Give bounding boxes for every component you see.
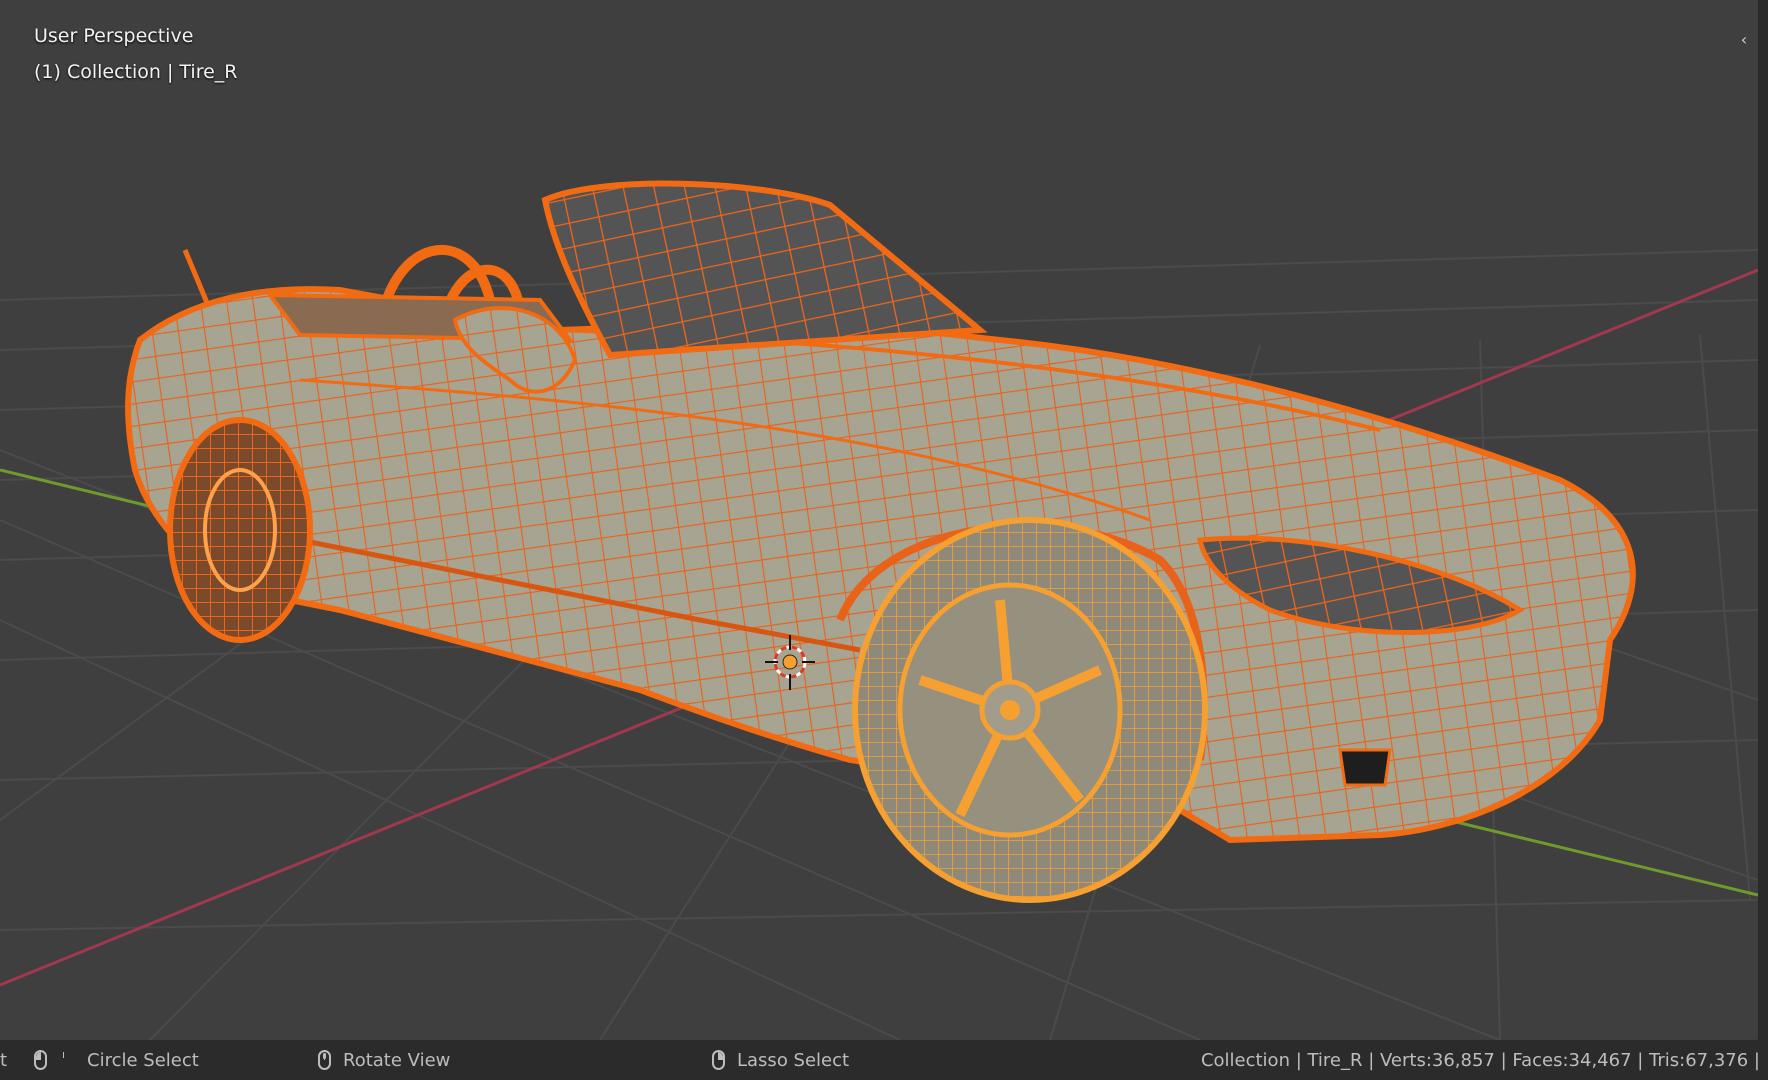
- viewport-scene: [0, 180, 1758, 1040]
- status-bar: t Circle Select Rotate View Lasso Select…: [0, 1040, 1768, 1080]
- scene-statistics: Collection | Tire_R | Verts:36,857 | Fac…: [1200, 1049, 1760, 1071]
- chevron-left-icon[interactable]: ‹: [1736, 28, 1752, 52]
- mouse-drag-icon: [59, 1050, 67, 1070]
- hint-label: Lasso Select: [737, 1049, 850, 1071]
- active-object-label: (1) Collection | Tire_R: [34, 61, 238, 83]
- viewport-info-overlay: User Perspective (1) Collection | Tire_R: [34, 18, 238, 90]
- hint-rotate-view: Rotate View: [318, 1040, 450, 1080]
- tire-r-wireframe[interactable]: [852, 517, 1208, 903]
- 3d-viewport[interactable]: User Perspective (1) Collection | Tire_R…: [0, 0, 1758, 1040]
- status-left-fragment: t: [0, 1049, 8, 1071]
- hint-label: Rotate View: [343, 1049, 451, 1071]
- view-name: User Perspective: [34, 25, 194, 47]
- hint-label: Circle Select: [87, 1049, 199, 1071]
- hint-circle-select: Circle Select: [34, 1040, 199, 1080]
- hint-lasso-select: Lasso Select: [712, 1040, 849, 1080]
- mouse-right-icon: [712, 1050, 725, 1070]
- blender-window: User Perspective (1) Collection | Tire_R…: [0, 0, 1768, 1080]
- mouse-left-icon: [34, 1050, 47, 1070]
- area-divider[interactable]: [1758, 0, 1768, 1040]
- mouse-middle-icon: [318, 1050, 331, 1070]
